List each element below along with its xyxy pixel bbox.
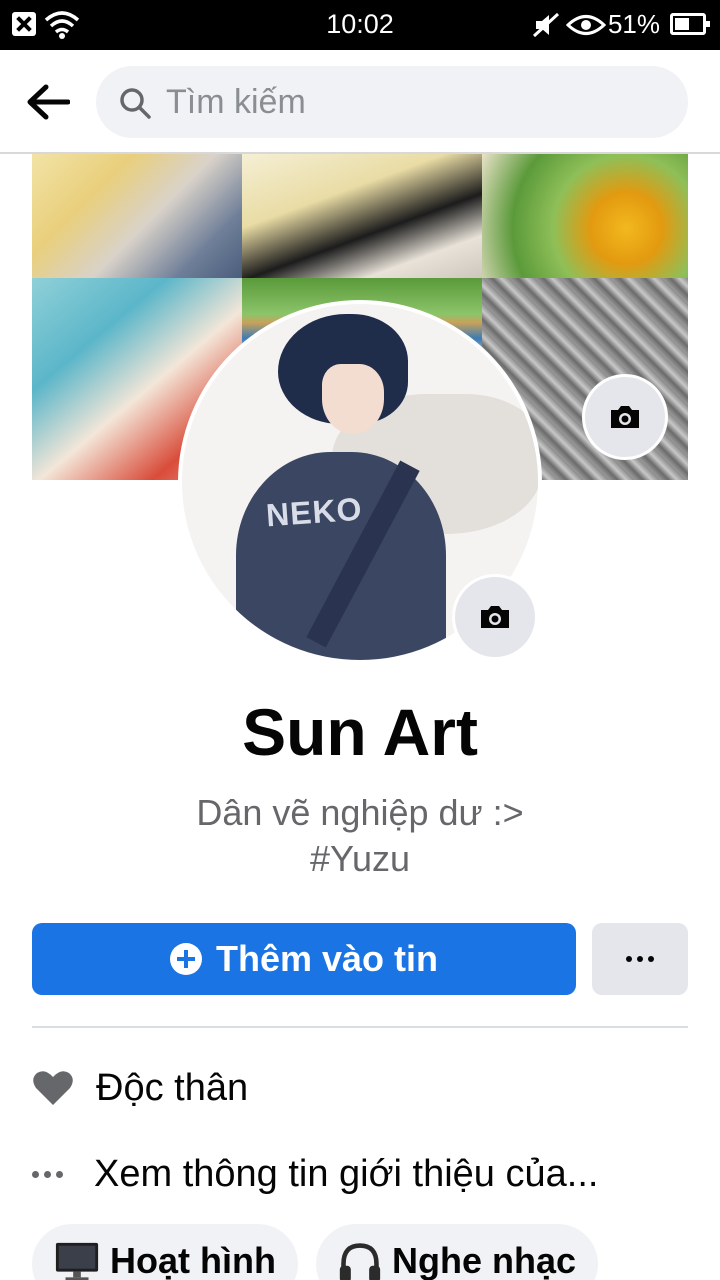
profile-bio: Dân vẽ nghiệp dư :> #Yuzu	[0, 790, 720, 882]
more-options-button[interactable]	[592, 923, 688, 995]
artwork-jacket	[236, 452, 446, 660]
cover-artwork-tile	[482, 154, 688, 278]
relationship-status: Độc thân	[96, 1066, 249, 1109]
relationship-status-row: Độc thân	[32, 1058, 688, 1118]
bio-line: #Yuzu	[309, 838, 411, 879]
cover-artwork-tile	[32, 154, 242, 278]
hobby-label: Hoạt hình	[110, 1240, 276, 1280]
add-to-story-button[interactable]: Thêm vào tin	[32, 923, 576, 995]
cover-artwork-tile	[242, 154, 482, 278]
hobby-chip[interactable]: Hoạt hình	[32, 1224, 298, 1280]
arrow-left-icon	[27, 84, 70, 120]
more-dots-icon	[626, 956, 632, 962]
edit-cover-photo-button[interactable]	[582, 374, 668, 460]
heart-icon	[32, 1069, 96, 1107]
see-about-info-row[interactable]: Xem thông tin giới thiệu của...	[32, 1144, 688, 1204]
more-dots-icon	[32, 1170, 94, 1178]
artwork-face	[322, 364, 384, 434]
hobby-label: Nghe nhạc	[391, 1240, 576, 1280]
bio-line: Dân vẽ nghiệp dư :>	[196, 792, 524, 833]
top-nav	[0, 50, 720, 154]
tv-icon	[55, 1242, 99, 1280]
camera-icon	[481, 606, 509, 628]
plus-circle-icon	[169, 943, 202, 975]
search-bar[interactable]	[96, 66, 688, 138]
artwork-jacket-text: NEKO	[264, 490, 364, 534]
camera-icon	[611, 406, 639, 428]
hobby-chip[interactable]: Nghe nhạc	[316, 1224, 598, 1280]
search-icon	[120, 88, 151, 119]
status-bar: 51% 10:02	[0, 0, 720, 50]
search-input[interactable]	[166, 78, 666, 126]
edit-profile-picture-button[interactable]	[452, 574, 538, 660]
see-about-info-link[interactable]: Xem thông tin giới thiệu của...	[94, 1153, 598, 1196]
profile-name: Sun Art	[242, 695, 478, 769]
divider	[32, 1026, 688, 1028]
back-button[interactable]	[20, 76, 76, 128]
clock: 10:02	[326, 9, 394, 39]
headphones-icon	[339, 1243, 381, 1280]
add-to-story-label: Thêm vào tin	[215, 938, 439, 979]
